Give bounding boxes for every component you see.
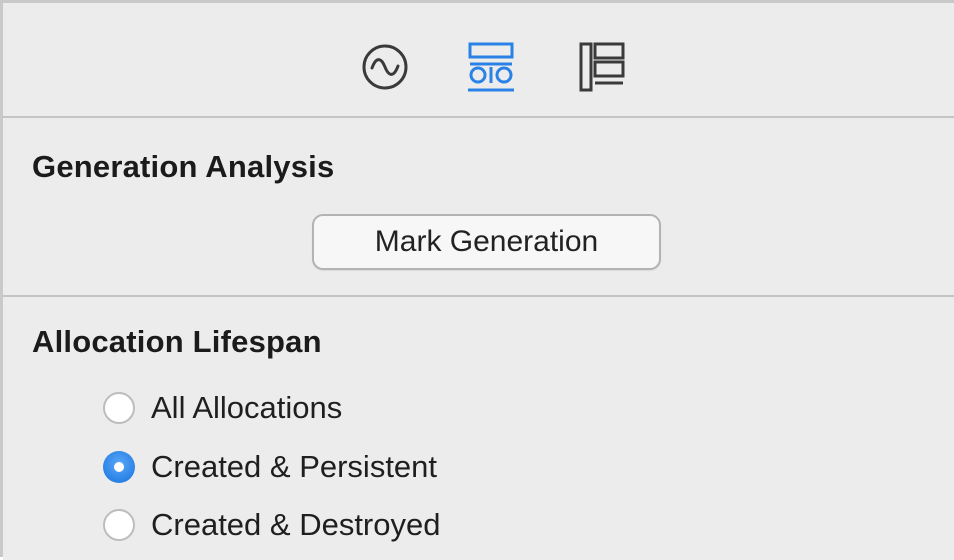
inspector-panel: Generation Analysis Mark Generation Allo… (0, 0, 954, 560)
generation-analysis-section: Generation Analysis Mark Generation (3, 118, 954, 297)
radio-button-unchecked[interactable] (103, 509, 135, 541)
generation-settings-icon[interactable] (465, 41, 517, 93)
call-tree-icon[interactable] (576, 41, 628, 93)
allocation-lifespan-title: Allocation Lifespan (32, 324, 322, 359)
radio-created-destroyed[interactable]: Created & Destroyed (103, 503, 440, 547)
radio-created-persistent[interactable]: Created & Persistent (103, 445, 437, 489)
radio-all-allocations[interactable]: All Allocations (103, 386, 342, 430)
activity-monitor-icon[interactable] (359, 41, 411, 93)
inspector-toolbar (3, 3, 954, 118)
allocation-lifespan-section: Allocation Lifespan All Allocations Crea… (3, 297, 954, 560)
radio-label: Created & Persistent (151, 449, 438, 484)
radio-button-checked[interactable] (103, 451, 135, 483)
radio-label: All Allocations (151, 390, 343, 425)
generation-analysis-title: Generation Analysis (32, 149, 335, 184)
radio-button-unchecked[interactable] (103, 392, 135, 424)
mark-generation-button[interactable]: Mark Generation (312, 214, 661, 270)
radio-label: Created & Destroyed (151, 507, 441, 542)
